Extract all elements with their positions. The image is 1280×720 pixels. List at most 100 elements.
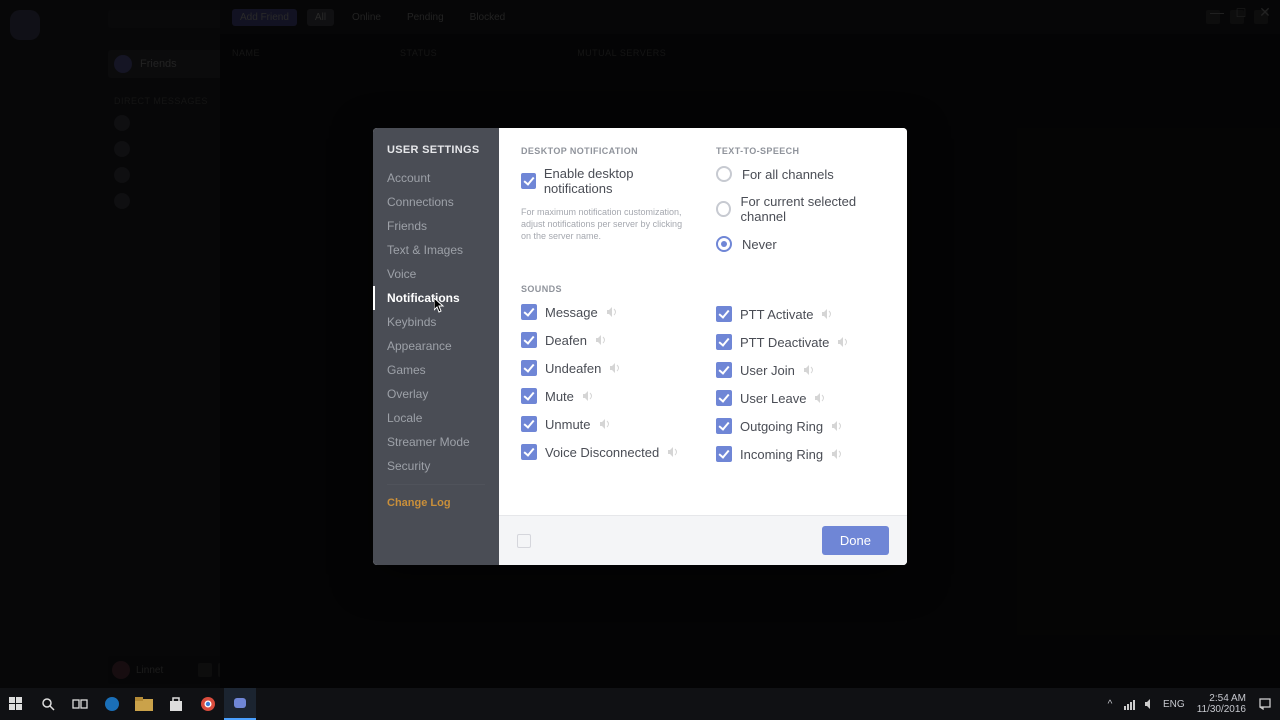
- tts-option[interactable]: For all channels: [716, 166, 885, 182]
- tray-language[interactable]: ENG: [1163, 699, 1185, 710]
- checkbox-icon[interactable]: [521, 332, 537, 348]
- tray-clock[interactable]: 2:54 AM 11/30/2016: [1191, 693, 1252, 715]
- desktop-helper-text: For maximum notification customization, …: [521, 206, 690, 242]
- done-button[interactable]: Done: [822, 526, 889, 555]
- sound-label: User Join: [740, 363, 795, 378]
- preview-sound-icon[interactable]: [814, 392, 826, 404]
- checkbox-icon[interactable]: [716, 446, 732, 462]
- search-button[interactable]: [32, 688, 64, 720]
- preview-sound-icon[interactable]: [837, 336, 849, 348]
- preview-sound-icon[interactable]: [595, 334, 607, 346]
- radio-icon[interactable]: [716, 201, 731, 217]
- tts-options: For all channels For current selected cha…: [716, 166, 885, 252]
- nav-friends[interactable]: Friends: [373, 214, 499, 238]
- sound-row[interactable]: Mute: [521, 388, 690, 404]
- checkbox-icon[interactable]: [716, 306, 732, 322]
- sounds-right-col: PTT Activate PTT Deactivate User Join User …: [716, 306, 885, 462]
- taskbar-discord[interactable]: [224, 688, 256, 720]
- preview-sound-icon[interactable]: [803, 364, 815, 376]
- preview-sound-icon[interactable]: [831, 420, 843, 432]
- checkbox-icon[interactable]: [521, 388, 537, 404]
- sound-row[interactable]: User Leave: [716, 390, 885, 406]
- preview-sound-icon[interactable]: [609, 362, 621, 374]
- checkbox-icon[interactable]: [521, 444, 537, 460]
- settings-nav: USER SETTINGS Account Connections Friend…: [373, 128, 499, 565]
- sound-row[interactable]: Voice Disconnected: [521, 444, 690, 460]
- checkbox-icon[interactable]: [716, 362, 732, 378]
- nav-locale[interactable]: Locale: [373, 406, 499, 430]
- radio-icon[interactable]: [716, 166, 732, 182]
- sound-label: Mute: [545, 389, 574, 404]
- tray-chevron-icon[interactable]: ^: [1103, 697, 1117, 711]
- checkbox-icon[interactable]: [521, 304, 537, 320]
- nav-changelog[interactable]: Change Log: [373, 491, 499, 515]
- taskbar-explorer[interactable]: [128, 688, 160, 720]
- checkbox-icon[interactable]: [716, 418, 732, 434]
- enable-desktop-notifications-row[interactable]: Enable desktop notifications: [521, 166, 690, 196]
- sound-row[interactable]: Message: [521, 304, 690, 320]
- sound-row[interactable]: Incoming Ring: [716, 446, 885, 462]
- preview-sound-icon[interactable]: [599, 418, 611, 430]
- nav-separator: [387, 484, 485, 485]
- sound-row[interactable]: Deafen: [521, 332, 690, 348]
- preview-sound-icon[interactable]: [821, 308, 833, 320]
- user-settings-modal: USER SETTINGS Account Connections Friend…: [373, 128, 907, 565]
- sound-row[interactable]: Outgoing Ring: [716, 418, 885, 434]
- sound-row[interactable]: Undeafen: [521, 360, 690, 376]
- settings-body: DESKTOP NOTIFICATION Enable desktop noti…: [499, 128, 907, 565]
- sound-row[interactable]: PTT Activate: [716, 306, 885, 322]
- keyboard-shortcut-icon[interactable]: [517, 534, 531, 548]
- enable-desktop-label: Enable desktop notifications: [544, 166, 690, 196]
- nav-security[interactable]: Security: [373, 454, 499, 478]
- tts-option[interactable]: Never: [716, 236, 885, 252]
- checkbox-icon[interactable]: [716, 334, 732, 350]
- nav-appearance[interactable]: Appearance: [373, 334, 499, 358]
- tts-header: TEXT-TO-SPEECH: [716, 146, 885, 156]
- taskbar-chrome[interactable]: [192, 688, 224, 720]
- nav-connections[interactable]: Connections: [373, 190, 499, 214]
- right-column: TEXT-TO-SPEECH For all channels For curre…: [716, 146, 885, 507]
- tray-volume-icon[interactable]: [1143, 697, 1157, 711]
- task-view-button[interactable]: [64, 688, 96, 720]
- preview-sound-icon[interactable]: [667, 446, 679, 458]
- sound-row[interactable]: PTT Deactivate: [716, 334, 885, 350]
- nav-games[interactable]: Games: [373, 358, 499, 382]
- preview-sound-icon[interactable]: [606, 306, 618, 318]
- taskbar-edge[interactable]: [96, 688, 128, 720]
- sound-row[interactable]: Unmute: [521, 416, 690, 432]
- sound-label: Deafen: [545, 333, 587, 348]
- radio-icon[interactable]: [716, 236, 732, 252]
- checkbox-icon[interactable]: [521, 360, 537, 376]
- tts-option-label: Never: [742, 237, 777, 252]
- system-tray: ^ ENG 2:54 AM 11/30/2016: [1103, 693, 1280, 715]
- preview-sound-icon[interactable]: [582, 390, 594, 402]
- sound-label: Unmute: [545, 417, 591, 432]
- tray-network-icon[interactable]: [1123, 697, 1137, 711]
- preview-sound-icon[interactable]: [831, 448, 843, 460]
- checkbox-icon[interactable]: [521, 173, 536, 189]
- tray-time: 2:54 AM: [1197, 693, 1246, 704]
- tts-option-label: For current selected channel: [741, 194, 885, 224]
- start-button[interactable]: [0, 688, 32, 720]
- nav-text-images[interactable]: Text & Images: [373, 238, 499, 262]
- nav-overlay[interactable]: Overlay: [373, 382, 499, 406]
- sound-row[interactable]: User Join: [716, 362, 885, 378]
- sounds-header: SOUNDS: [521, 284, 690, 294]
- sound-label: Voice Disconnected: [545, 445, 659, 460]
- tts-option-label: For all channels: [742, 167, 834, 182]
- sound-label: PTT Activate: [740, 307, 813, 322]
- nav-streamer-mode[interactable]: Streamer Mode: [373, 430, 499, 454]
- left-column: DESKTOP NOTIFICATION Enable desktop noti…: [521, 146, 690, 507]
- tray-notifications-icon[interactable]: [1258, 697, 1272, 711]
- sound-label: Incoming Ring: [740, 447, 823, 462]
- sound-label: Message: [545, 305, 598, 320]
- taskbar-store[interactable]: [160, 688, 192, 720]
- sound-label: PTT Deactivate: [740, 335, 829, 350]
- nav-voice[interactable]: Voice: [373, 262, 499, 286]
- sound-label: Outgoing Ring: [740, 419, 823, 434]
- sound-label: User Leave: [740, 391, 806, 406]
- checkbox-icon[interactable]: [521, 416, 537, 432]
- checkbox-icon[interactable]: [716, 390, 732, 406]
- nav-account[interactable]: Account: [373, 166, 499, 190]
- tts-option[interactable]: For current selected channel: [716, 194, 885, 224]
